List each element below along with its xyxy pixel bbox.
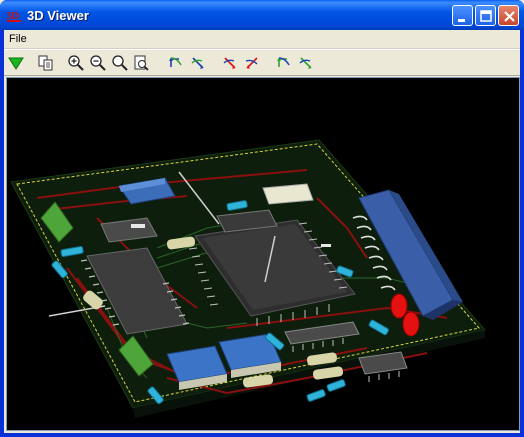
rotate-y-pos-button[interactable] xyxy=(242,53,262,73)
copy-icon xyxy=(38,55,53,71)
window-bottom-border xyxy=(0,433,524,437)
pcb-3d-render xyxy=(10,139,486,418)
zoom-page-icon xyxy=(134,55,149,71)
zoom-in-button[interactable] xyxy=(66,53,86,73)
minimize-button[interactable] xyxy=(452,5,473,26)
minimize-icon xyxy=(458,19,465,22)
client-area: File xyxy=(4,30,520,433)
redraw-button[interactable] xyxy=(6,53,26,73)
redraw-icon xyxy=(8,57,24,70)
rotate-z-pos-button[interactable] xyxy=(296,53,316,73)
rotate-y-pos-icon xyxy=(245,57,258,69)
zoom-fit-button[interactable] xyxy=(110,53,130,73)
menu-bar: File xyxy=(4,30,520,49)
rotate-z-pos-icon xyxy=(299,57,312,69)
close-button[interactable] xyxy=(498,5,519,26)
close-icon xyxy=(504,11,515,22)
crystal-oscillator xyxy=(262,183,314,205)
3d-viewport[interactable] xyxy=(6,77,520,431)
rotate-x-neg-icon xyxy=(169,57,182,67)
rotate-x-pos-icon xyxy=(191,57,204,69)
zoom-out-icon xyxy=(90,55,106,71)
rotate-x-neg-button[interactable] xyxy=(166,53,186,73)
rotate-z-neg-icon xyxy=(277,57,290,67)
window-title: 3D Viewer xyxy=(27,8,89,23)
maximize-icon xyxy=(480,10,492,22)
rotate-x-pos-button[interactable] xyxy=(188,53,208,73)
window: 3D 3D Viewer File xyxy=(0,0,524,437)
zoom-out-button[interactable] xyxy=(88,53,108,73)
maximize-button[interactable] xyxy=(475,5,496,26)
menu-file[interactable]: File xyxy=(9,33,27,45)
toolbar xyxy=(4,49,520,76)
rotate-y-neg-button[interactable] xyxy=(220,53,240,73)
rotate-z-neg-button[interactable] xyxy=(274,53,294,73)
zoom-fit-icon xyxy=(112,55,128,71)
rotate-y-neg-icon xyxy=(223,57,236,69)
copy-button[interactable] xyxy=(36,53,56,73)
title-bar[interactable]: 3D 3D Viewer xyxy=(0,0,524,30)
led-red-1 xyxy=(390,293,408,319)
led-red-2 xyxy=(402,311,420,337)
zoom-in-icon xyxy=(68,55,84,71)
zoom-page-button[interactable] xyxy=(132,53,152,73)
3d-viewer-app-icon: 3D xyxy=(6,10,21,22)
